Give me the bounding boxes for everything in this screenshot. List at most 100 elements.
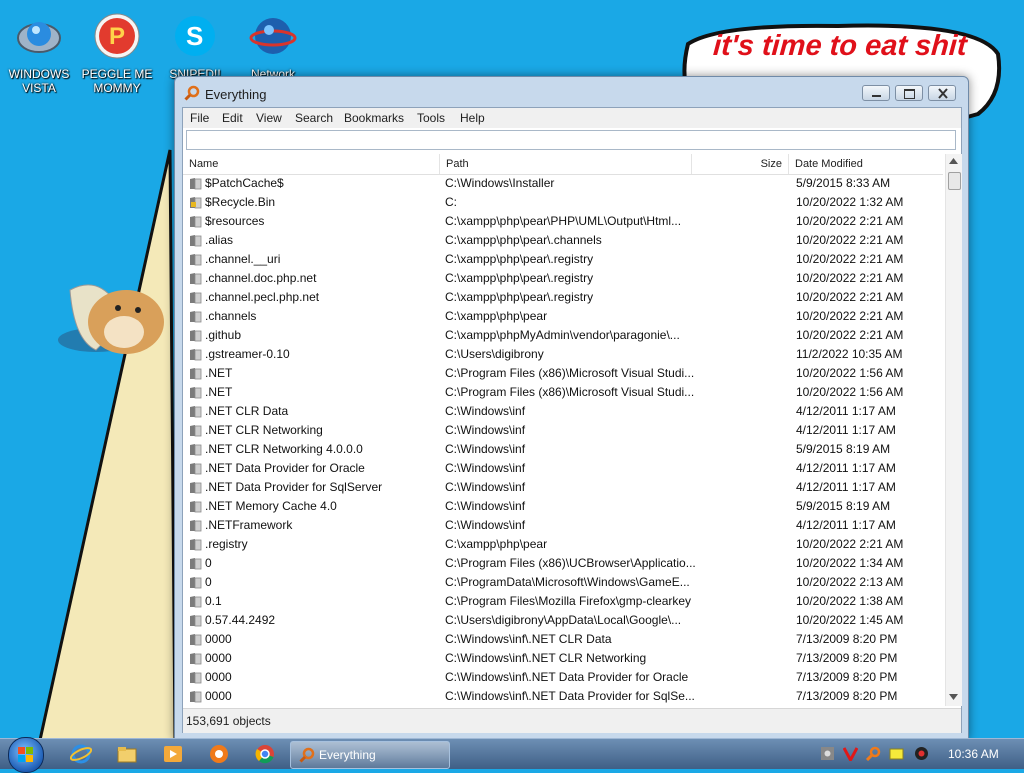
table-row[interactable]: 0000 C:\Windows\inf\.NET Data Provider fo… bbox=[183, 668, 943, 687]
menu-bar: File Edit View Search Bookmarks Tools He… bbox=[183, 108, 961, 128]
locked-folder-icon bbox=[190, 197, 202, 209]
file-date-modified: 10/20/2022 1:38 AM bbox=[796, 594, 904, 608]
tray-note-icon[interactable] bbox=[889, 746, 904, 761]
taskbar-button-everything[interactable]: Everything bbox=[290, 741, 450, 769]
column-header-path[interactable]: Path bbox=[440, 154, 692, 174]
table-row[interactable]: .channel.pecl.php.net C:\xampp\php\pear\.… bbox=[183, 288, 943, 307]
file-name: 0000 bbox=[205, 651, 232, 665]
table-row[interactable]: .channels C:\xampp\php\pear 10/20/2022 2:2… bbox=[183, 307, 943, 326]
scroll-down-icon[interactable] bbox=[949, 694, 958, 700]
object-count: 153,691 objects bbox=[186, 714, 271, 728]
table-row[interactable]: 0000 C:\Windows\inf\.NET CLR Networking 7/… bbox=[183, 649, 943, 668]
table-row[interactable]: 0.1 C:\Program Files\Mozilla Firefox\gmp-… bbox=[183, 592, 943, 611]
folder-icon bbox=[190, 520, 202, 532]
table-row[interactable]: 0 C:\ProgramData\Microsoft\Windows\GameE.… bbox=[183, 573, 943, 592]
table-row[interactable]: $resources C:\xampp\php\pear\PHP\UML\Outp… bbox=[183, 212, 943, 231]
scroll-up-icon[interactable] bbox=[949, 158, 958, 164]
tray-v-icon[interactable] bbox=[843, 746, 858, 761]
window-client-area: File Edit View Search Bookmarks Tools He… bbox=[182, 107, 962, 733]
file-explorer-icon[interactable] bbox=[116, 743, 138, 765]
table-row[interactable]: .NET CLR Networking C:\Windows\inf 4/12/20… bbox=[183, 421, 943, 440]
desktop-icon-network[interactable]: Network bbox=[234, 6, 312, 81]
title-bar[interactable]: Everything bbox=[175, 77, 968, 107]
menu-search[interactable]: Search bbox=[295, 111, 333, 125]
table-row[interactable]: .NET C:\Program Files (x86)\Microsoft Vis… bbox=[183, 364, 943, 383]
tray-gear-icon[interactable] bbox=[820, 746, 835, 761]
media-player-icon[interactable] bbox=[162, 743, 184, 765]
menu-tools[interactable]: Tools bbox=[417, 111, 445, 125]
table-row[interactable]: $Recycle.Bin C: 10/20/2022 1:32 AM bbox=[183, 193, 943, 212]
file-date-modified: 10/20/2022 1:56 AM bbox=[796, 385, 904, 399]
column-header-date-modified[interactable]: Date Modified bbox=[789, 154, 943, 174]
table-row[interactable]: .gstreamer-0.10 C:\Users\digibrony 11/2/20… bbox=[183, 345, 943, 364]
file-path: C:\xampp\php\pear\.registry bbox=[445, 290, 594, 304]
search-input[interactable] bbox=[186, 130, 956, 150]
table-row[interactable]: 0000 C:\Windows\inf\.NET Data Provider fo… bbox=[183, 687, 943, 706]
table-row[interactable]: .NETFramework C:\Windows\inf 4/12/2011 1:1… bbox=[183, 516, 943, 535]
table-row[interactable]: $PatchCache$ C:\Windows\Installer 5/9/2015… bbox=[183, 174, 943, 193]
file-name: $PatchCache$ bbox=[205, 176, 284, 190]
menu-help[interactable]: Help bbox=[460, 111, 485, 125]
chrome-icon[interactable] bbox=[254, 743, 276, 765]
table-row[interactable]: 0.57.44.2492 C:\Users\digibrony\AppData\L… bbox=[183, 611, 943, 630]
menu-bookmarks[interactable]: Bookmarks bbox=[344, 111, 404, 125]
table-row[interactable]: .channel.__uri C:\xampp\php\pear\.registr… bbox=[183, 250, 943, 269]
folder-icon bbox=[190, 615, 202, 627]
folder-icon bbox=[190, 577, 202, 589]
file-date-modified: 7/13/2009 8:20 PM bbox=[796, 689, 898, 703]
close-icon bbox=[938, 88, 948, 99]
internet-explorer-icon[interactable] bbox=[70, 743, 92, 765]
table-row[interactable]: .registry C:\xampp\php\pear 10/20/2022 2:2… bbox=[183, 535, 943, 554]
file-name: .NET CLR Networking 4.0.0.0 bbox=[205, 442, 363, 456]
table-row[interactable]: .NET CLR Networking 4.0.0.0 C:\Windows\in… bbox=[183, 440, 943, 459]
file-path: C:\Users\digibrony bbox=[445, 347, 544, 361]
file-path: C:\Windows\inf\.NET CLR Networking bbox=[445, 651, 647, 665]
tray-record-icon[interactable] bbox=[914, 746, 929, 761]
menu-file[interactable]: File bbox=[190, 111, 209, 125]
table-row[interactable]: .NET Data Provider for Oracle C:\Windows\… bbox=[183, 459, 943, 478]
folder-icon bbox=[190, 387, 202, 399]
file-date-modified: 7/13/2009 8:20 PM bbox=[796, 632, 898, 646]
file-path: C:\Program Files (x86)\Microsoft Visual … bbox=[445, 366, 695, 380]
desktop-icon-peggle[interactable]: P PEGGLE ME MOMMY bbox=[78, 6, 156, 95]
table-row[interactable]: .NET Memory Cache 4.0 C:\Windows\inf 5/9/2… bbox=[183, 497, 943, 516]
file-date-modified: 4/12/2011 1:17 AM bbox=[796, 461, 896, 475]
vertical-scrollbar[interactable] bbox=[945, 154, 962, 706]
tray-magnifier-icon[interactable] bbox=[866, 746, 881, 761]
app-flower-icon[interactable] bbox=[208, 743, 230, 765]
folder-icon bbox=[190, 596, 202, 608]
peggle-icon: P bbox=[94, 13, 140, 59]
table-row[interactable]: 0 C:\Program Files (x86)\UCBrowser\Applic… bbox=[183, 554, 943, 573]
file-path: C:\Windows\inf bbox=[445, 404, 526, 418]
file-name: 0.1 bbox=[205, 594, 222, 608]
file-name: .github bbox=[205, 328, 242, 342]
folder-icon bbox=[190, 672, 202, 684]
skype-icon: S bbox=[175, 16, 215, 56]
table-row[interactable]: 0000 C:\Windows\inf\.NET CLR Data 7/13/200… bbox=[183, 630, 943, 649]
table-row[interactable]: .channel.doc.php.net C:\xampp\php\pear\.r… bbox=[183, 269, 943, 288]
table-row[interactable]: .NET Data Provider for SqlServer C:\Windo… bbox=[183, 478, 943, 497]
table-row[interactable]: .NET CLR Data C:\Windows\inf 4/12/2011 1:1… bbox=[183, 402, 943, 421]
close-button[interactable] bbox=[928, 85, 956, 101]
column-header-name[interactable]: Name bbox=[183, 154, 440, 174]
table-row[interactable]: .github C:\xampp\phpMyAdmin\vendor\parago… bbox=[183, 326, 943, 345]
file-path: C:\Windows\inf bbox=[445, 461, 526, 475]
desktop-icon-label: PEGGLE ME bbox=[81, 67, 153, 81]
minimize-button[interactable] bbox=[862, 85, 890, 101]
menu-view[interactable]: View bbox=[256, 111, 282, 125]
table-row[interactable]: .alias C:\xampp\php\pear\.channels 10/20/2… bbox=[183, 231, 943, 250]
menu-edit[interactable]: Edit bbox=[222, 111, 243, 125]
status-bar: 153,691 objects bbox=[183, 708, 961, 733]
file-date-modified: 7/13/2009 8:20 PM bbox=[796, 651, 898, 665]
file-date-modified: 4/12/2011 1:17 AM bbox=[796, 480, 896, 494]
file-path: C:\xampp\php\pear\.channels bbox=[445, 233, 602, 247]
desktop-icon-windows-vista[interactable]: WINDOWS VISTA bbox=[0, 6, 78, 95]
file-name: .channel.pecl.php.net bbox=[205, 290, 320, 304]
folder-icon bbox=[190, 235, 202, 247]
scrollbar-thumb[interactable] bbox=[948, 172, 961, 190]
maximize-button[interactable] bbox=[895, 85, 923, 101]
taskbar-clock[interactable]: 10:36 AM bbox=[948, 747, 999, 761]
table-row[interactable]: .NET C:\Program Files (x86)\Microsoft Vis… bbox=[183, 383, 943, 402]
column-header-size[interactable]: Size bbox=[692, 154, 789, 174]
taskbar-button-label: Everything bbox=[319, 748, 376, 762]
